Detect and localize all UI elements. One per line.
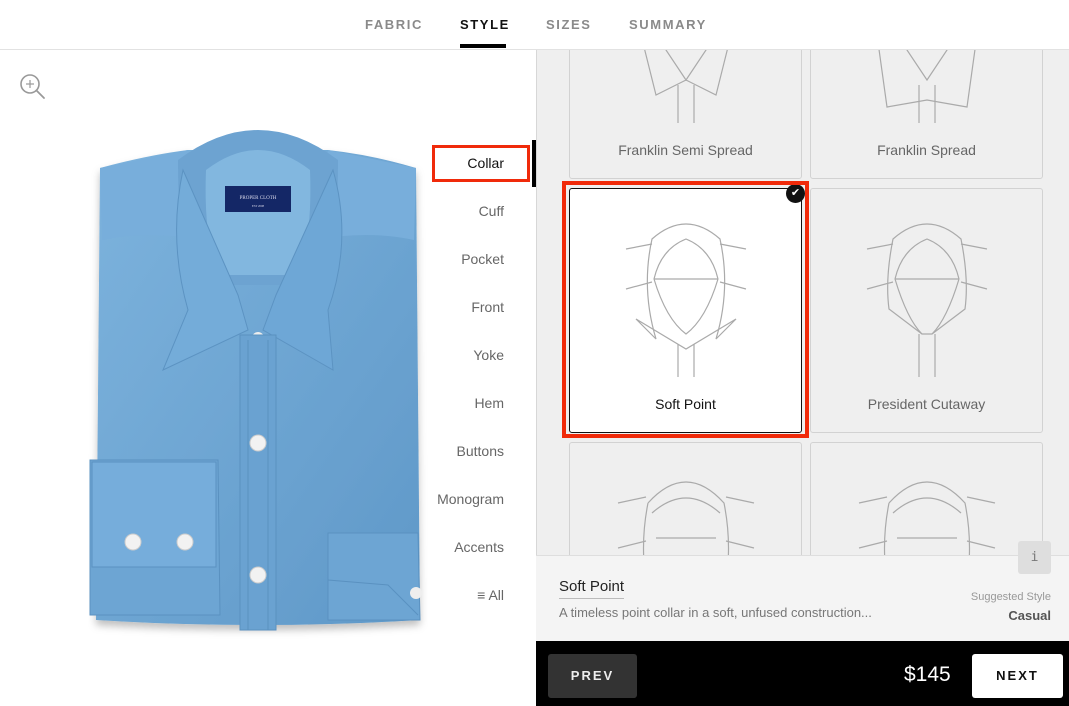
menu-item-front[interactable]: Front [471, 299, 504, 315]
detail-title[interactable]: Soft Point [559, 578, 625, 599]
shirt-preview-panel: PROPER CLOTH EST 2008 Collar Cuff Pocket… [0, 50, 536, 706]
menu-item-monogram[interactable]: Monogram [437, 491, 504, 507]
tab-style[interactable]: STYLE [460, 17, 510, 32]
menu-item-collar[interactable]: Collar [467, 155, 504, 171]
selected-check-icon: ✔ [786, 184, 805, 203]
option-card-franklin-spread[interactable]: Franklin Spread [810, 50, 1043, 179]
collar-drawing-icon [858, 481, 996, 555]
tab-summary[interactable]: SUMMARY [629, 17, 707, 32]
detail-description: A timeless point collar in a soft, unfus… [559, 605, 872, 620]
step-tabs: FABRIC STYLE SIZES SUMMARY [0, 0, 1069, 50]
price: $145 [904, 663, 951, 686]
option-card-president-cutaway[interactable]: President Cutaway [810, 188, 1043, 433]
option-card[interactable] [810, 442, 1043, 555]
footer-bar: PREV $145 NEXT [536, 641, 1069, 706]
collar-drawing-icon [878, 50, 976, 123]
menu-item-all[interactable]: ≡ All [477, 587, 504, 603]
info-icon[interactable]: i [1018, 541, 1051, 574]
next-button[interactable]: NEXT [972, 654, 1063, 698]
option-label: President Cutaway [867, 396, 986, 412]
option-card[interactable] [569, 442, 802, 555]
suggested-style-label: Suggested Style [970, 591, 1051, 603]
option-card-soft-point[interactable]: Soft Point [569, 188, 802, 433]
menu-item-buttons[interactable]: Buttons [457, 443, 504, 459]
menu-item-yoke[interactable]: Yoke [473, 347, 504, 363]
menu-item-all-label: All [488, 587, 504, 603]
collar-drawing-icon [625, 223, 747, 377]
zoom-in-icon[interactable] [18, 72, 48, 102]
collar-drawing-icon [617, 481, 755, 555]
collar-drawing-icon [644, 50, 728, 123]
menu-item-accents[interactable]: Accents [454, 539, 504, 555]
collar-drawing-icon [866, 223, 988, 377]
menu-lines-icon: ≡ [477, 587, 486, 603]
option-label: Franklin Spread [877, 142, 976, 158]
shirt-image: PROPER CLOTH EST 2008 [89, 130, 422, 631]
menu-item-pocket[interactable]: Pocket [461, 251, 504, 267]
tab-sizes[interactable]: SIZES [546, 17, 592, 32]
menu-item-hem[interactable]: Hem [474, 395, 504, 411]
shirt-label-sub: EST 2008 [252, 204, 265, 208]
suggested-style-value: Casual [1008, 608, 1051, 623]
option-label: Franklin Semi Spread [618, 142, 753, 158]
option-card-franklin-semi-spread[interactable]: Franklin Semi Spread [569, 50, 802, 179]
menu-item-cuff[interactable]: Cuff [479, 203, 504, 219]
shirt-label-brand: PROPER CLOTH [240, 196, 277, 201]
option-detail-panel: i Soft Point A timeless point collar in … [536, 541, 1069, 641]
collar-options-grid: Franklin Semi Spread Franklin Spread Sof… [536, 50, 1069, 555]
option-label: Soft Point [655, 396, 716, 412]
prev-button[interactable]: PREV [548, 654, 637, 698]
tab-fabric[interactable]: FABRIC [365, 17, 423, 32]
active-tab-underline [460, 44, 506, 48]
